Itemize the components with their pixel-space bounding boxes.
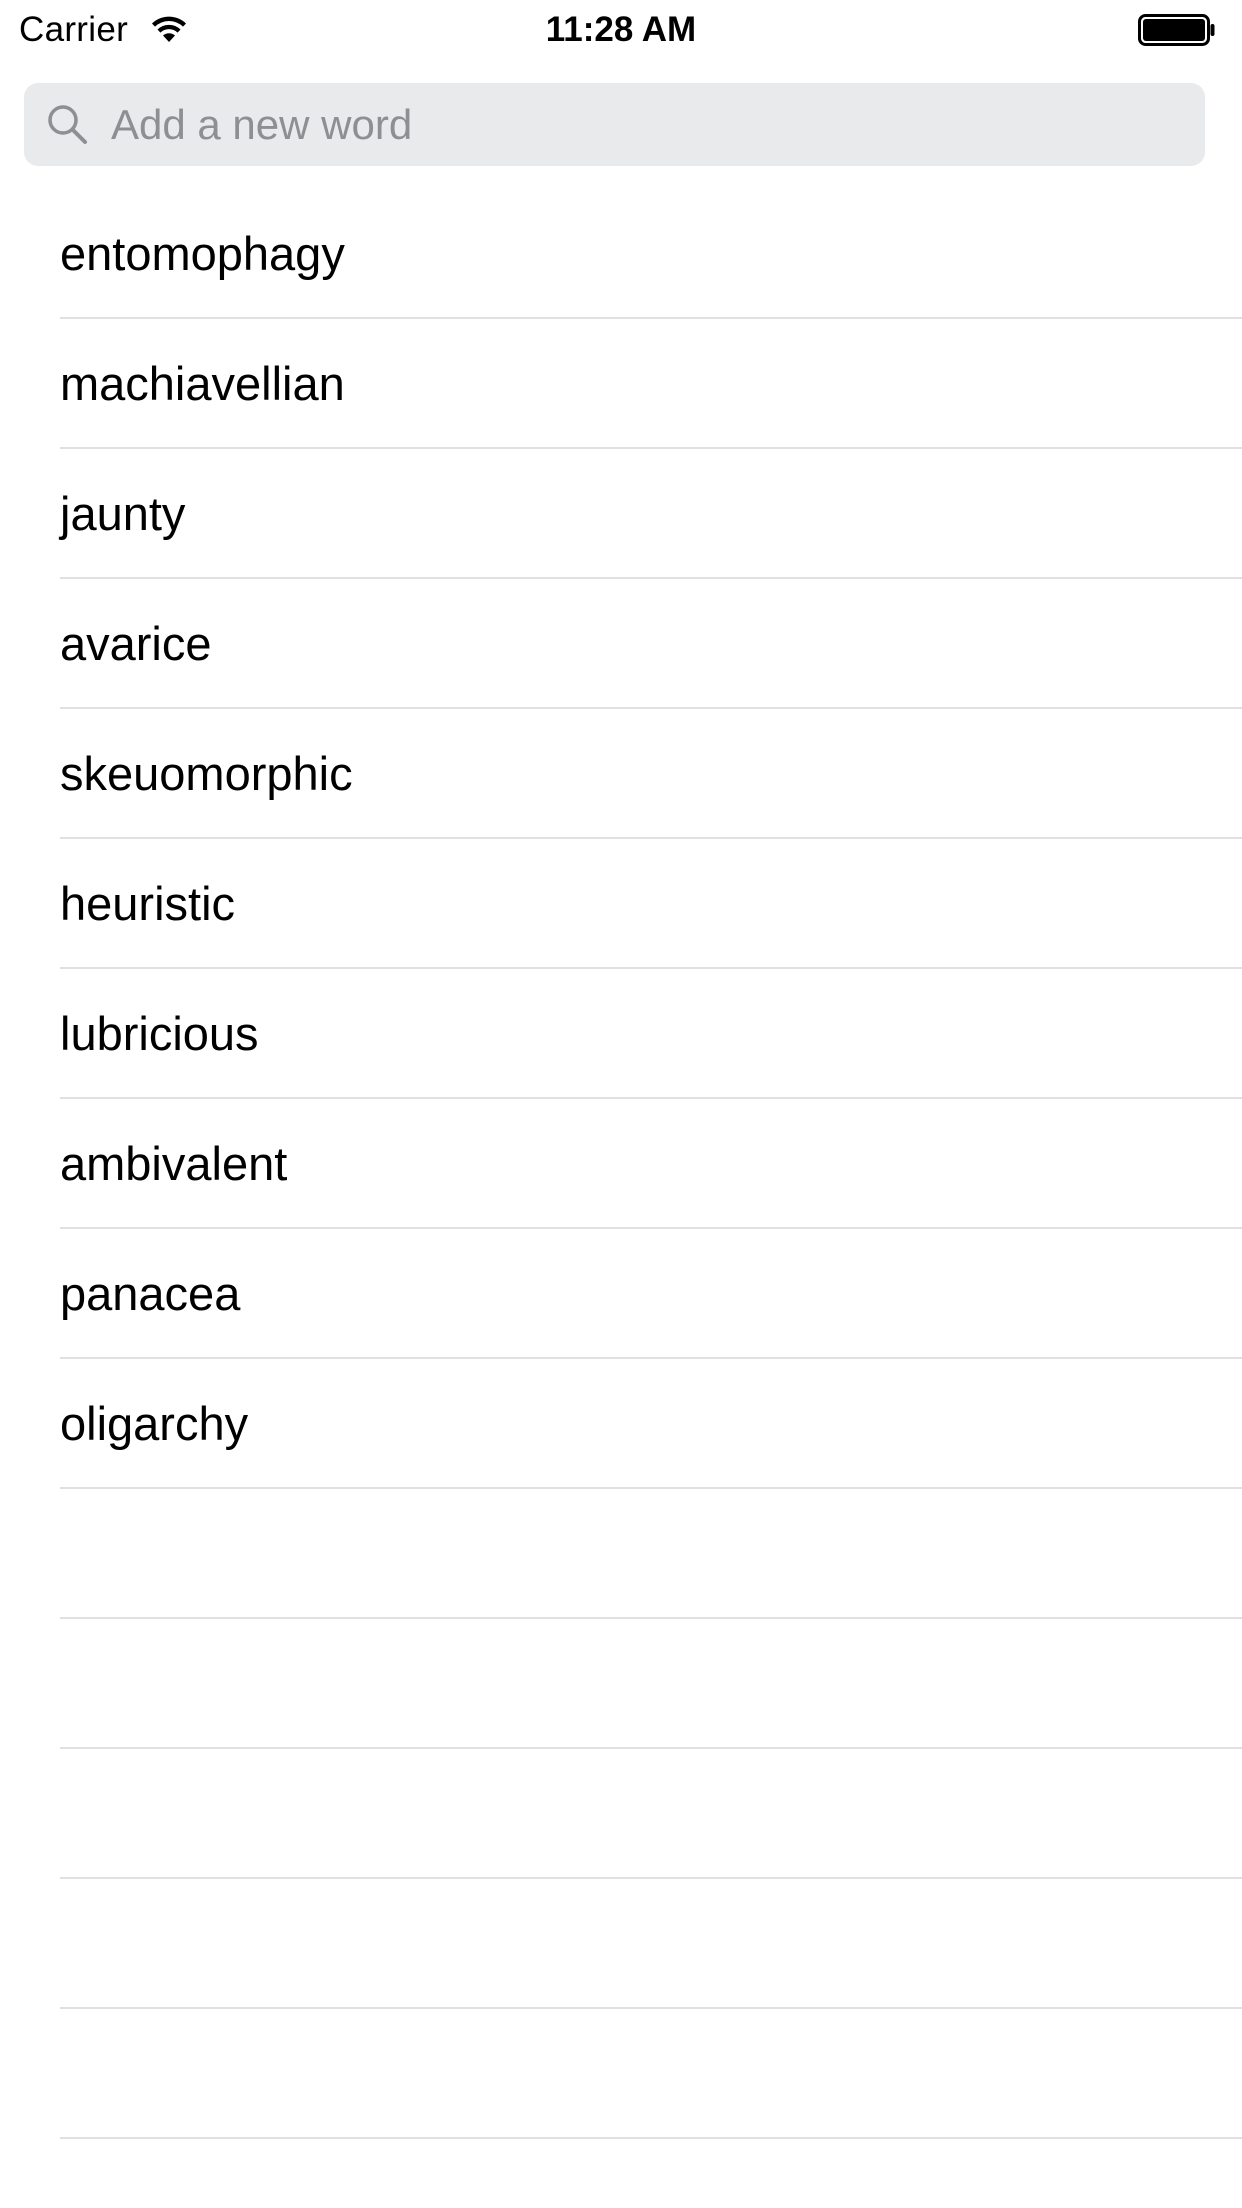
list-item[interactable]: skeuomorphic <box>0 709 1242 839</box>
clock: 11:28 AM <box>545 10 697 49</box>
list-item-label: machiavellian <box>60 357 345 410</box>
list-item-label: skeuomorphic <box>60 747 353 800</box>
battery-full-icon <box>1138 14 1215 46</box>
empty-row <box>0 2009 1242 2139</box>
list-item[interactable]: jaunty <box>0 449 1242 579</box>
list-item-label: panacea <box>60 1267 241 1320</box>
list-item-label: lubricious <box>60 1007 259 1060</box>
word-list: entomophagy machiavellian jaunty avarice… <box>0 189 1242 2139</box>
list-item[interactable]: oligarchy <box>0 1359 1242 1489</box>
list-item-label: entomophagy <box>60 227 345 280</box>
list-item[interactable]: avarice <box>0 579 1242 709</box>
search-bar[interactable] <box>24 83 1205 166</box>
status-bar: Carrier 11:28 AM <box>0 0 1242 60</box>
list-item[interactable]: entomophagy <box>0 189 1242 319</box>
list-item[interactable]: machiavellian <box>0 319 1242 449</box>
list-item-label: jaunty <box>60 487 186 540</box>
list-item-label: avarice <box>60 617 212 670</box>
empty-row <box>0 1619 1242 1749</box>
empty-row <box>0 1749 1242 1879</box>
list-item-label: heuristic <box>60 877 236 930</box>
add-word-input[interactable] <box>111 83 1181 166</box>
list-item[interactable]: panacea <box>0 1229 1242 1359</box>
list-item[interactable]: heuristic <box>0 839 1242 969</box>
search-icon <box>48 105 87 144</box>
list-item-label: ambivalent <box>60 1137 288 1190</box>
row-separator <box>60 2137 1242 2139</box>
empty-row <box>0 1879 1242 2009</box>
list-item-label: oligarchy <box>60 1397 249 1450</box>
list-item[interactable]: lubricious <box>0 969 1242 1099</box>
list-item[interactable]: ambivalent <box>0 1099 1242 1229</box>
empty-row <box>0 1489 1242 1619</box>
